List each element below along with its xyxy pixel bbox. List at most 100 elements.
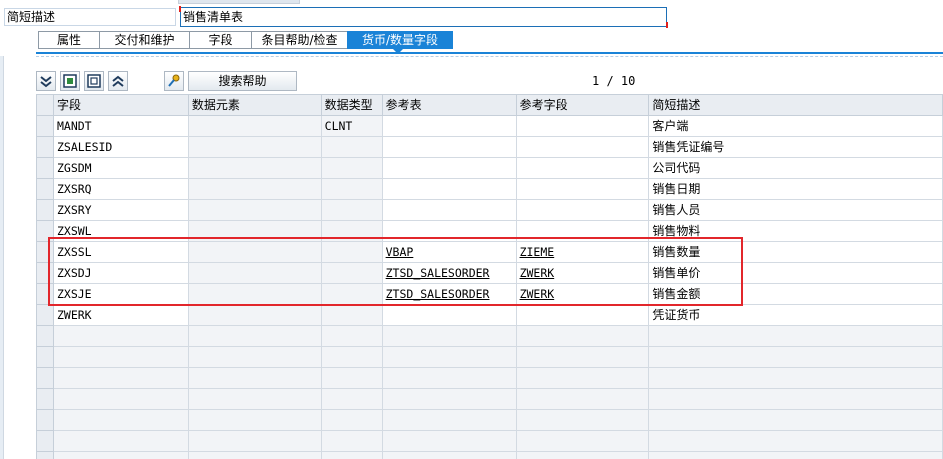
expand-all-button[interactable]: [36, 71, 56, 91]
row-selector[interactable]: [36, 178, 54, 200]
empty-cell[interactable]: [320, 367, 383, 389]
row-selector[interactable]: [36, 451, 54, 459]
empty-cell[interactable]: [515, 388, 650, 410]
short-description-cell[interactable]: 销售金额: [648, 283, 943, 305]
short-description-cell[interactable]: 销售日期: [648, 178, 943, 200]
column-header-ref-table[interactable]: 参考表: [381, 94, 517, 116]
row-selector[interactable]: [36, 199, 54, 221]
short-description-cell[interactable]: 客户端: [648, 115, 943, 137]
empty-cell[interactable]: [52, 346, 189, 368]
empty-cell[interactable]: [648, 388, 943, 410]
empty-cell[interactable]: [320, 451, 383, 459]
data-type-cell[interactable]: [320, 262, 383, 284]
empty-cell[interactable]: [515, 430, 650, 452]
empty-cell[interactable]: [320, 325, 383, 347]
row-selector[interactable]: [36, 304, 54, 326]
tab-entry-help-check[interactable]: 条目帮助/检查: [251, 31, 347, 49]
row-selector[interactable]: [36, 367, 54, 389]
ref-table-cell[interactable]: [381, 220, 517, 242]
field-cell[interactable]: ZXSRQ: [52, 178, 189, 200]
field-cell[interactable]: ZXSRY: [52, 199, 189, 221]
empty-cell[interactable]: [515, 451, 650, 459]
data-type-cell[interactable]: [320, 157, 383, 179]
empty-cell[interactable]: [515, 409, 650, 431]
tab-attributes[interactable]: 属性: [38, 31, 99, 49]
short-description-cell[interactable]: 销售物料: [648, 220, 943, 242]
empty-cell[interactable]: [648, 451, 943, 459]
empty-cell[interactable]: [52, 367, 189, 389]
data-type-cell[interactable]: [320, 136, 383, 158]
empty-cell[interactable]: [187, 451, 322, 459]
empty-cell[interactable]: [381, 325, 517, 347]
search-help-button[interactable]: 搜索帮助: [188, 71, 297, 91]
data-element-cell[interactable]: [187, 220, 322, 242]
tab-currency-quantity-fields[interactable]: 货币/数量字段: [347, 31, 453, 49]
data-type-cell[interactable]: [320, 304, 383, 326]
empty-cell[interactable]: [648, 409, 943, 431]
ref-field-cell[interactable]: [515, 220, 650, 242]
empty-cell[interactable]: [515, 346, 650, 368]
data-element-cell[interactable]: [187, 157, 322, 179]
empty-cell[interactable]: [381, 430, 517, 452]
field-cell[interactable]: ZXSJE: [52, 283, 189, 305]
column-header-ref-field[interactable]: 参考字段: [515, 94, 650, 116]
empty-cell[interactable]: [52, 325, 189, 347]
empty-cell[interactable]: [648, 346, 943, 368]
row-selector[interactable]: [36, 283, 54, 305]
short-description-cell[interactable]: 凭证货币: [648, 304, 943, 326]
empty-cell[interactable]: [187, 346, 322, 368]
column-header-data-element[interactable]: 数据元素: [187, 94, 322, 116]
ref-field-cell[interactable]: [515, 199, 650, 221]
data-element-cell[interactable]: [187, 304, 322, 326]
empty-cell[interactable]: [381, 388, 517, 410]
empty-cell[interactable]: [52, 409, 189, 431]
ref-field-cell[interactable]: [515, 178, 650, 200]
row-selector[interactable]: [36, 262, 54, 284]
data-element-cell[interactable]: [187, 283, 322, 305]
ref-table-cell[interactable]: ZTSD_SALESORDER: [381, 262, 517, 284]
empty-cell[interactable]: [381, 367, 517, 389]
data-element-cell[interactable]: [187, 178, 322, 200]
empty-cell[interactable]: [515, 367, 650, 389]
tab-fields[interactable]: 字段: [189, 31, 251, 49]
ref-table-cell[interactable]: [381, 115, 517, 137]
data-type-cell[interactable]: [320, 220, 383, 242]
row-selector[interactable]: [36, 220, 54, 242]
field-cell[interactable]: ZXSSL: [52, 241, 189, 263]
ref-field-cell[interactable]: ZWERK: [515, 262, 650, 284]
empty-cell[interactable]: [187, 430, 322, 452]
row-selector[interactable]: [36, 241, 54, 263]
ref-field-cell[interactable]: [515, 157, 650, 179]
field-cell[interactable]: ZXSWL: [52, 220, 189, 242]
empty-cell[interactable]: [52, 451, 189, 459]
field-cell[interactable]: ZGSDM: [52, 157, 189, 179]
column-header-short-description[interactable]: 简短描述: [648, 94, 943, 116]
row-selector[interactable]: [36, 115, 54, 137]
empty-cell[interactable]: [648, 430, 943, 452]
data-type-cell[interactable]: [320, 241, 383, 263]
ref-table-cell[interactable]: [381, 178, 517, 200]
ref-table-cell[interactable]: ZTSD_SALESORDER: [381, 283, 517, 305]
short-description-cell[interactable]: 销售单价: [648, 262, 943, 284]
row-selector[interactable]: [36, 346, 54, 368]
data-type-cell[interactable]: [320, 199, 383, 221]
empty-cell[interactable]: [320, 409, 383, 431]
row-selector[interactable]: [36, 325, 54, 347]
row-selector[interactable]: [36, 409, 54, 431]
short-description-cell[interactable]: 公司代码: [648, 157, 943, 179]
ref-table-cell[interactable]: VBAP: [381, 241, 517, 263]
ref-field-cell[interactable]: [515, 115, 650, 137]
data-type-cell[interactable]: [320, 178, 383, 200]
row-selector[interactable]: [36, 136, 54, 158]
empty-cell[interactable]: [52, 388, 189, 410]
empty-cell[interactable]: [381, 409, 517, 431]
ref-field-cell[interactable]: [515, 136, 650, 158]
ref-field-cell[interactable]: ZIEME: [515, 241, 650, 263]
empty-cell[interactable]: [320, 430, 383, 452]
deselect-block-button[interactable]: [84, 71, 104, 91]
ref-table-cell[interactable]: [381, 304, 517, 326]
empty-cell[interactable]: [52, 430, 189, 452]
short-description-input[interactable]: 销售清单表: [179, 6, 668, 28]
empty-cell[interactable]: [320, 388, 383, 410]
column-header-data-type[interactable]: 数据类型: [320, 94, 383, 116]
